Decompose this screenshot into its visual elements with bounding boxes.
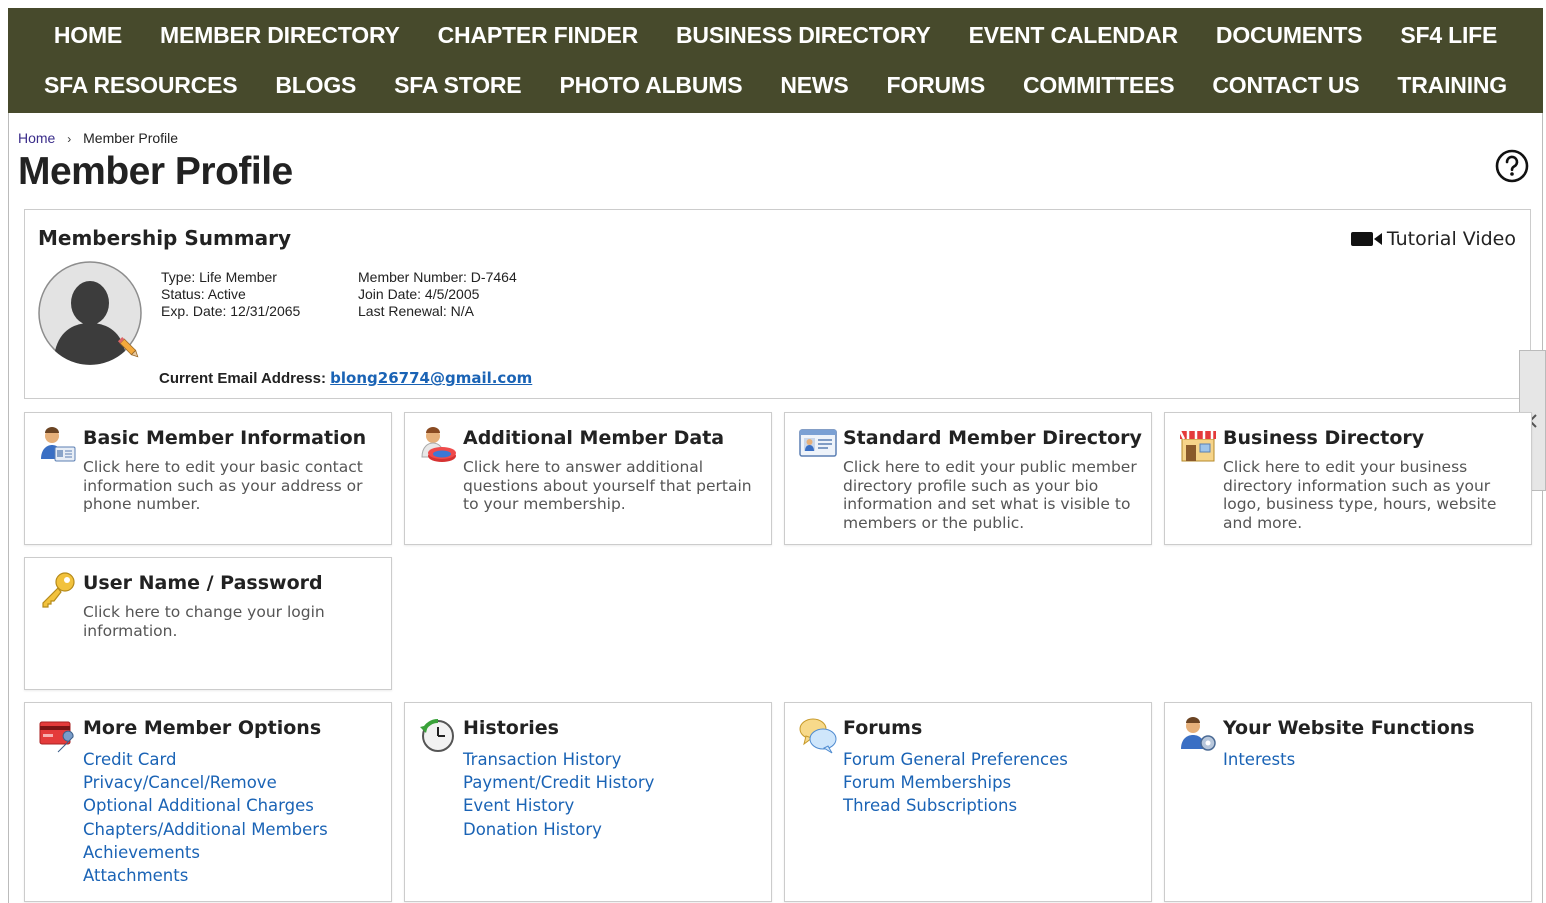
nav-training[interactable]: TRAINING [1397, 72, 1507, 99]
breadcrumb-home-link[interactable]: Home [18, 130, 55, 146]
storefront-icon [1178, 430, 1216, 462]
video-camera-icon [1350, 232, 1382, 246]
card-your-website-functions: Your Website Functions Interests [1164, 702, 1532, 902]
card-title: Additional Member Data [463, 427, 725, 449]
page-title: Member Profile [18, 150, 293, 193]
nav-chapter-finder[interactable]: CHAPTER FINDER [438, 22, 639, 49]
card-business-directory[interactable]: Business Directory Click here to edit yo… [1164, 412, 1532, 545]
card-link-list: Forum General Preferences Forum Membersh… [843, 748, 1068, 818]
card-title: More Member Options [83, 717, 322, 739]
membership-summary-title: Membership Summary [38, 226, 292, 250]
membership-info-left: Type: Life Member Status: Active Exp. Da… [161, 269, 300, 320]
card-description: Click here to answer additional question… [463, 458, 752, 513]
history-clock-icon [420, 718, 454, 752]
card-histories: Histories Transaction History Payment/Cr… [404, 702, 772, 902]
link-interests[interactable]: Interests [1223, 748, 1295, 771]
user-settings-icon [1181, 717, 1216, 751]
card-link-list: Transaction History Payment/Credit Histo… [463, 748, 654, 841]
card-description: Click here to edit your business directo… [1223, 458, 1497, 532]
card-description: Click here to change your login informat… [83, 603, 325, 640]
nav-sfa-store[interactable]: SFA STORE [394, 72, 521, 99]
help-icon[interactable] [1495, 149, 1529, 183]
current-email-link[interactable]: blong26774@gmail.com [330, 369, 532, 387]
card-title: Standard Member Directory [843, 427, 1142, 449]
card-title: Basic Member Information [83, 427, 367, 449]
nav-event-calendar[interactable]: EVENT CALENDAR [969, 22, 1179, 49]
membership-info-right: Member Number: D-7464 Join Date: 4/5/200… [358, 269, 517, 320]
link-optional-additional-charges[interactable]: Optional Additional Charges [83, 794, 328, 817]
link-thread-subscriptions[interactable]: Thread Subscriptions [843, 794, 1068, 817]
card-standard-member-directory[interactable]: Standard Member Directory Click here to … [784, 412, 1152, 545]
current-email: Current Email Address: blong26774@gmail.… [159, 369, 532, 387]
card-forums: Forums Forum General Preferences Forum M… [784, 702, 1152, 902]
nav-blogs[interactable]: BLOGS [275, 72, 356, 99]
card-description: Click here to edit your basic contact in… [83, 458, 363, 513]
credit-card-wrench-icon [39, 721, 74, 753]
current-email-label: Current Email Address: [159, 370, 326, 387]
nav-sf4-life[interactable]: SF4 LIFE [1400, 22, 1497, 49]
nav-row-2: SFA RESOURCES BLOGS SFA STORE PHOTO ALBU… [8, 72, 1543, 99]
card-title: Forums [843, 717, 923, 739]
nav-committees[interactable]: COMMITTEES [1023, 72, 1175, 99]
link-payment-credit-history[interactable]: Payment/Credit History [463, 771, 654, 794]
breadcrumb-separator-icon: › [67, 132, 72, 146]
breadcrumb-current: Member Profile [83, 130, 179, 146]
card-link-list: Interests [1223, 748, 1295, 771]
link-donation-history[interactable]: Donation History [463, 818, 654, 841]
avatar[interactable] [38, 261, 144, 367]
card-title: Your Website Functions [1223, 717, 1475, 739]
member-data-icon [421, 427, 456, 462]
join-date: Join Date: 4/5/2005 [358, 286, 480, 302]
top-navigation: HOME MEMBER DIRECTORY CHAPTER FINDER BUS… [8, 8, 1543, 113]
link-forum-memberships[interactable]: Forum Memberships [843, 771, 1068, 794]
membership-type: Type: Life Member [161, 269, 277, 285]
link-privacy-cancel-remove[interactable]: Privacy/Cancel/Remove [83, 771, 328, 794]
card-title: Histories [463, 717, 559, 739]
membership-status: Status: Active [161, 286, 246, 302]
nav-row-1: HOME MEMBER DIRECTORY CHAPTER FINDER BUS… [8, 22, 1543, 49]
nav-forums[interactable]: FORUMS [887, 72, 986, 99]
nav-contact-us[interactable]: CONTACT US [1212, 72, 1359, 99]
nav-news[interactable]: NEWS [780, 72, 848, 99]
card-description: Click here to edit your public member di… [843, 458, 1137, 532]
link-forum-general-preferences[interactable]: Forum General Preferences [843, 748, 1068, 771]
card-title: User Name / Password [83, 572, 323, 594]
nav-photo-albums[interactable]: PHOTO ALBUMS [559, 72, 742, 99]
id-card-icon [799, 429, 837, 457]
last-renewal: Last Renewal: N/A [358, 303, 474, 319]
nav-member-directory[interactable]: MEMBER DIRECTORY [160, 22, 400, 49]
card-more-member-options: More Member Options Credit Card Privacy/… [24, 702, 392, 902]
chat-bubbles-icon [799, 718, 837, 754]
tutorial-video-link[interactable]: Tutorial Video [1350, 228, 1516, 250]
breadcrumb: Home › Member Profile [18, 130, 178, 146]
nav-business-directory[interactable]: BUSINESS DIRECTORY [676, 22, 931, 49]
membership-exp-date: Exp. Date: 12/31/2065 [161, 303, 301, 319]
card-title: Business Directory [1223, 427, 1425, 449]
member-card-icon [41, 427, 76, 462]
card-link-list: Credit Card Privacy/Cancel/Remove Option… [83, 748, 328, 887]
link-chapters-additional-members[interactable]: Chapters/Additional Members [83, 818, 328, 841]
member-number: Member Number: D-7464 [358, 269, 517, 285]
tutorial-video-label: Tutorial Video [1386, 228, 1516, 250]
link-transaction-history[interactable]: Transaction History [463, 748, 654, 771]
key-icon [42, 572, 75, 608]
card-basic-member-information[interactable]: Basic Member Information Click here to e… [24, 412, 392, 545]
link-event-history[interactable]: Event History [463, 794, 654, 817]
link-attachments[interactable]: Attachments [83, 864, 328, 887]
nav-home[interactable]: HOME [54, 22, 122, 49]
nav-documents[interactable]: DOCUMENTS [1216, 22, 1363, 49]
link-achievements[interactable]: Achievements [83, 841, 328, 864]
nav-sfa-resources[interactable]: SFA RESOURCES [44, 72, 238, 99]
link-credit-card[interactable]: Credit Card [83, 748, 328, 771]
card-additional-member-data[interactable]: Additional Member Data Click here to ans… [404, 412, 772, 545]
card-user-name-password[interactable]: User Name / Password Click here to chang… [24, 557, 392, 690]
membership-summary-panel: Membership Summary Tutorial Video Type: … [24, 209, 1531, 399]
